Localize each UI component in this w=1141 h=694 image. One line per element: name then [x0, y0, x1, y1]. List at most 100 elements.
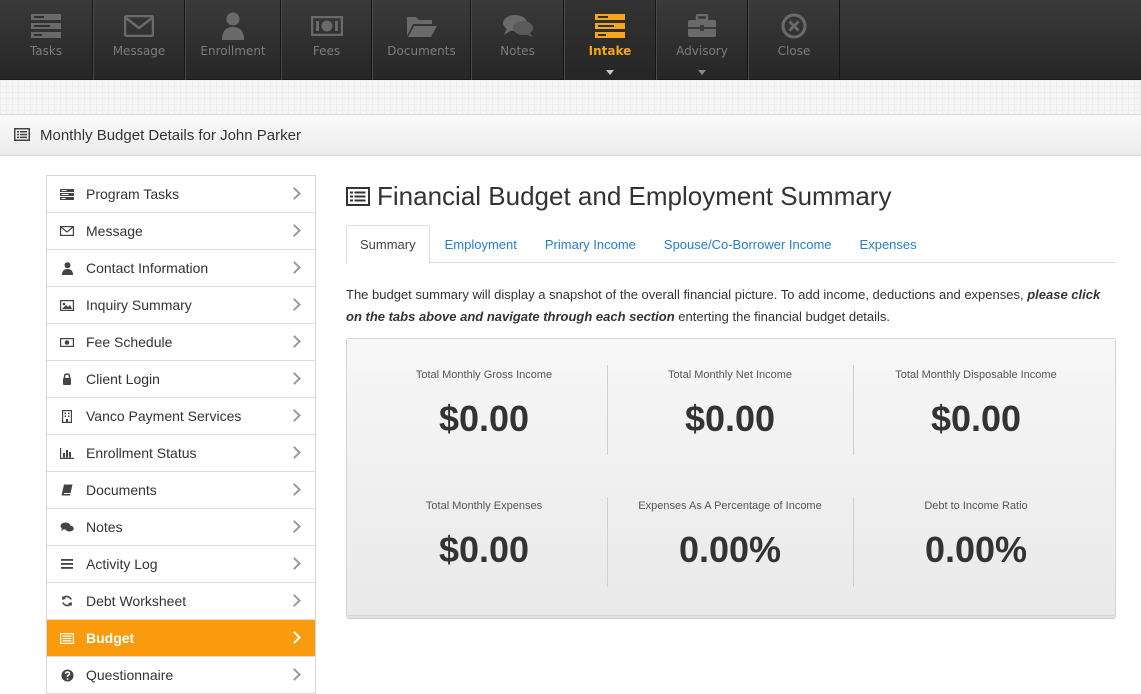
sidebar-item-client-login[interactable]: Client Login	[47, 361, 315, 398]
chevron-right-icon	[288, 668, 301, 681]
sidebar-item-label: Enrollment Status	[86, 445, 197, 461]
page-title: Financial Budget and Employment Summary	[346, 178, 1116, 214]
toolbar-notes-button[interactable]: Notes	[471, 0, 564, 80]
sidebar-item-label: Activity Log	[86, 556, 158, 572]
sidebar-item-activity-log[interactable]: Activity Log	[47, 546, 315, 583]
sidebar-item-label: Notes	[86, 519, 123, 535]
stat-label: Total Monthly Disposable Income	[895, 369, 1057, 381]
user-icon	[60, 261, 74, 275]
stat-label: Debt to Income Ratio	[924, 500, 1028, 512]
budget-tabs: Summary Employment Primary Income Spouse…	[346, 225, 1116, 264]
toolbar-tasks-label: Tasks	[29, 44, 63, 58]
tab-employment[interactable]: Employment	[432, 225, 530, 263]
bar-chart-icon	[60, 446, 74, 460]
top-toolbar: Tasks Message Enrollment Fees Documents …	[0, 0, 1141, 80]
stat-value: $0.00	[930, 398, 1022, 439]
chevron-right-icon	[288, 298, 301, 311]
stat-value: $0.00	[438, 529, 530, 570]
toolbar-message-button[interactable]: Message	[93, 0, 185, 80]
money-icon	[310, 12, 343, 40]
main-content: Financial Budget and Employment Summary …	[346, 178, 1116, 616]
toolbar-close-button[interactable]: Close	[748, 0, 840, 80]
toolbar-documents-label: Documents	[387, 44, 456, 58]
chevron-right-icon	[288, 631, 301, 644]
sidebar-item-label: Program Tasks	[86, 186, 180, 202]
sidebar-item-program-tasks[interactable]: Program Tasks	[47, 176, 315, 213]
sidebar-item-label: Documents	[86, 482, 157, 498]
stat-expenses-percentage: Expenses As A Percentage of Income 0.00%	[607, 500, 853, 571]
caret-down-icon	[698, 70, 706, 75]
folder-open-icon	[406, 12, 438, 40]
chevron-right-icon	[288, 520, 301, 533]
tasks-icon	[31, 12, 61, 40]
sidebar-item-label: Budget	[86, 630, 135, 646]
toolbar-notes-label: Notes	[500, 44, 535, 58]
stat-disposable-income: Total Monthly Disposable Income $0.00	[853, 369, 1099, 440]
envelope-icon	[124, 12, 154, 40]
tasks-icon	[60, 187, 74, 201]
chevron-right-icon	[288, 335, 301, 348]
sidebar-item-contact-information[interactable]: Contact Information	[47, 250, 315, 287]
description-text: The budget summary will display a snapsh…	[346, 287, 1028, 302]
panel-title: Monthly Budget Details for John Parker	[40, 126, 301, 144]
toolbar-advisory-label: Advisory	[676, 44, 728, 58]
stat-label: Total Monthly Net Income	[667, 369, 793, 381]
book-icon	[60, 483, 74, 497]
toolbar-intake-label: Intake	[588, 44, 632, 58]
sidebar-item-message[interactable]: Message	[47, 213, 315, 250]
stat-monthly-expenses: Total Monthly Expenses $0.00	[361, 500, 607, 571]
toolbar-close-label: Close	[777, 44, 811, 58]
chevron-right-icon	[288, 557, 301, 570]
user-icon	[221, 12, 245, 40]
chevron-right-icon	[288, 224, 301, 237]
stat-value: $0.00	[438, 398, 530, 439]
question-circle-icon	[60, 668, 74, 682]
sidebar-item-documents[interactable]: Documents	[47, 472, 315, 509]
sidebar-item-budget[interactable]: Budget	[47, 620, 315, 657]
sidebar-item-questionnaire[interactable]: Questionnaire	[47, 657, 315, 694]
stat-gross-income: Total Monthly Gross Income $0.00	[361, 369, 607, 440]
stat-label: Expenses As A Percentage of Income	[638, 500, 822, 512]
toolbar-message-label: Message	[112, 44, 166, 58]
toolbar-enrollment-button[interactable]: Enrollment	[185, 0, 281, 80]
sidebar-item-debt-worksheet[interactable]: Debt Worksheet	[47, 583, 315, 620]
list-alt-icon	[14, 126, 30, 145]
stat-value: 0.00%	[678, 529, 782, 570]
stat-value: 0.00%	[924, 529, 1028, 570]
tab-primary-income[interactable]: Primary Income	[532, 225, 649, 263]
budget-summary-panel: Total Monthly Gross Income $0.00 Total M…	[346, 338, 1116, 616]
refresh-icon	[60, 594, 74, 608]
toolbar-advisory-button[interactable]: Advisory	[656, 0, 748, 80]
sidebar-item-label: Fee Schedule	[86, 334, 173, 350]
money-icon	[60, 335, 74, 349]
picture-icon	[60, 298, 74, 312]
tasks-icon	[595, 12, 625, 40]
lock-icon	[60, 372, 74, 386]
sidebar-item-label: Vanco Payment Services	[86, 408, 242, 424]
sidebar-item-vanco-payment-services[interactable]: Vanco Payment Services	[47, 398, 315, 435]
toolbar-tasks-button[interactable]: Tasks	[0, 0, 93, 80]
sidebar-item-enrollment-status[interactable]: Enrollment Status	[47, 435, 315, 472]
briefcase-icon	[687, 12, 717, 40]
stat-label: Total Monthly Expenses	[425, 500, 543, 512]
sidebar-item-fee-schedule[interactable]: Fee Schedule	[47, 324, 315, 361]
summary-description: The budget summary will display a snapsh…	[346, 284, 1116, 328]
toolbar-fees-button[interactable]: Fees	[281, 0, 372, 80]
tab-spouse-co-borrower-income[interactable]: Spouse/Co-Borrower Income	[651, 225, 845, 263]
toolbar-documents-button[interactable]: Documents	[372, 0, 471, 80]
toolbar-intake-button[interactable]: Intake	[564, 0, 656, 80]
sidebar-item-inquiry-summary[interactable]: Inquiry Summary	[47, 287, 315, 324]
close-circle-icon	[781, 12, 807, 40]
list-alt-icon	[60, 631, 74, 645]
sidebar-item-label: Questionnaire	[86, 667, 174, 683]
sidebar-item-label: Client Login	[86, 371, 160, 387]
sidebar-item-notes[interactable]: Notes	[47, 509, 315, 546]
list-icon	[60, 557, 74, 571]
chevron-right-icon	[288, 187, 301, 200]
panel-header: Monthly Budget Details for John Parker	[0, 114, 1141, 156]
stat-net-income: Total Monthly Net Income $0.00	[607, 369, 853, 440]
comments-icon	[502, 12, 534, 40]
tab-expenses[interactable]: Expenses	[847, 225, 930, 263]
sidebar-item-label: Message	[86, 223, 143, 239]
tab-summary[interactable]: Summary	[346, 225, 430, 264]
